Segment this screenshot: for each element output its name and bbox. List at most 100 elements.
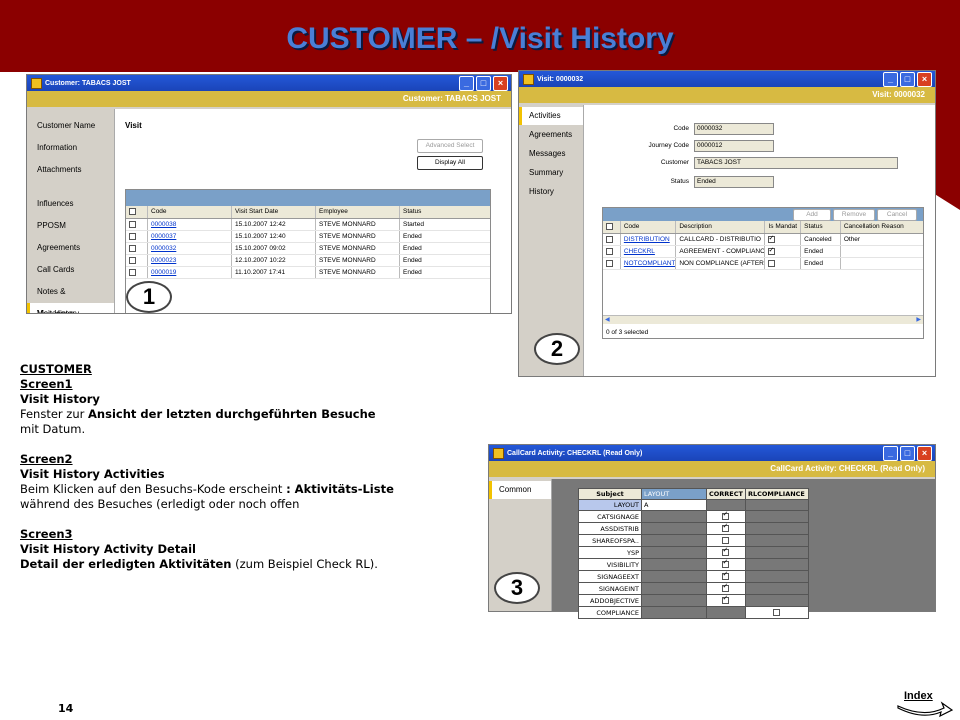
- visit-code-link[interactable]: 0000019: [151, 269, 176, 276]
- activity-code-link[interactable]: CHECKRL: [624, 248, 655, 255]
- table-row[interactable]: 0000023 12.10.2007 10:22 STEVE MONNARD E…: [126, 255, 490, 267]
- nav-activities[interactable]: Activities: [519, 107, 583, 125]
- app-icon: [31, 78, 42, 89]
- row-checkbox[interactable]: [129, 269, 136, 276]
- col-status[interactable]: Status: [400, 206, 483, 218]
- cell-date: 15.10.2007 09:02: [232, 243, 316, 254]
- row-checkbox[interactable]: [129, 233, 136, 240]
- close-button[interactable]: ×: [493, 76, 508, 91]
- scroll-right-icon[interactable]: ▶: [916, 316, 921, 324]
- nav-call-cards[interactable]: Call Cards: [27, 259, 114, 281]
- scroll-left-icon[interactable]: ◀: [605, 316, 610, 324]
- head-rlcompliance: RLCOMPLIANCE: [744, 488, 809, 500]
- nav-notes-messages[interactable]: Notes & Messages: [27, 281, 114, 313]
- nav-common[interactable]: Common: [489, 481, 551, 499]
- minimize-button[interactable]: _: [883, 446, 898, 461]
- horizontal-scrollbar[interactable]: ◀ ▶: [603, 315, 923, 324]
- cell-status: Ended: [801, 258, 841, 269]
- screen1-content: Visit Advanced Select Display All Code V…: [115, 109, 511, 313]
- col-mandatory[interactable]: Is Mandat: [765, 221, 802, 233]
- customer-field[interactable]: TABACS JOST: [694, 157, 898, 169]
- minimize-button[interactable]: _: [459, 76, 474, 91]
- cancel-button[interactable]: Cancel: [877, 209, 917, 221]
- table-row[interactable]: DISTRIBUTION CALLCARD - DISTRIBUTIO Canc…: [603, 234, 923, 246]
- col-code[interactable]: Code: [621, 221, 677, 233]
- cell-reason: [841, 258, 923, 269]
- nav-summary[interactable]: Summary: [519, 163, 583, 182]
- subject-cell: CATSIGNAGE: [578, 510, 642, 523]
- correct-checkbox[interactable]: [722, 546, 730, 556]
- nav-attachments[interactable]: Attachments: [27, 159, 114, 181]
- visit-code-link[interactable]: 0000038: [151, 221, 176, 228]
- cell-status: Ended: [801, 246, 841, 257]
- correct-checkbox[interactable]: [722, 537, 730, 544]
- visit-code-link[interactable]: 0000037: [151, 233, 176, 240]
- subject-cell: LAYOUT: [578, 499, 642, 511]
- select-all-checkbox[interactable]: [606, 223, 613, 230]
- screen2-window: Visit: 0000032 _ □ × Visit: 0000032 Acti…: [518, 70, 936, 377]
- cell-description: NON COMPLIANCE (AFTER: [676, 258, 766, 269]
- table-row[interactable]: NOTCOMPLIANT NON COMPLIANCE (AFTER Ended: [603, 258, 923, 270]
- col-status[interactable]: Status: [801, 221, 841, 233]
- row-checkbox[interactable]: [606, 236, 613, 243]
- code-field[interactable]: 0000032: [694, 123, 774, 135]
- add-button[interactable]: Add: [793, 209, 831, 221]
- screen2-header: Visit: 0000032: [519, 87, 935, 103]
- col-code[interactable]: Code: [148, 206, 232, 218]
- activity-code-link[interactable]: NOTCOMPLIANT: [624, 260, 675, 267]
- subject-cell: VISIBILITY: [578, 558, 642, 571]
- visit-code-link[interactable]: 0000032: [151, 245, 176, 252]
- row-checkbox[interactable]: [129, 245, 136, 252]
- nav-messages[interactable]: Messages: [519, 144, 583, 163]
- correct-checkbox[interactable]: [722, 510, 730, 520]
- close-button[interactable]: ×: [917, 72, 932, 87]
- table-row[interactable]: 0000032 15.10.2007 09:02 STEVE MONNARD E…: [126, 243, 490, 255]
- nav-customer-name[interactable]: Customer Name: [27, 115, 114, 137]
- layout-cell[interactable]: A: [641, 499, 707, 511]
- nav-agreements[interactable]: Agreements: [519, 125, 583, 144]
- table-row[interactable]: 0000038 15.10.2007 12:42 STEVE MONNARD S…: [126, 219, 490, 231]
- correct-checkbox[interactable]: [722, 582, 730, 592]
- minimize-button[interactable]: _: [883, 72, 898, 87]
- col-description[interactable]: Description: [676, 221, 766, 233]
- correct-checkbox[interactable]: [722, 570, 730, 580]
- row-checkbox[interactable]: [129, 221, 136, 228]
- col-employee[interactable]: Employee: [316, 206, 400, 218]
- advanced-select-button[interactable]: Advanced Select: [417, 139, 483, 153]
- row-checkbox[interactable]: [129, 257, 136, 264]
- table-row[interactable]: 0000037 15.10.2007 12:40 STEVE MONNARD E…: [126, 231, 490, 243]
- col-cancellation-reason[interactable]: Cancellation Reason: [841, 221, 923, 233]
- nav-pposm[interactable]: PPOSM: [27, 215, 114, 237]
- nav-visit-history[interactable]: Visit History: [27, 303, 114, 313]
- select-all-checkbox[interactable]: [129, 208, 136, 215]
- col-visit-start[interactable]: Visit Start Date: [232, 206, 316, 218]
- maximize-button[interactable]: □: [900, 72, 915, 87]
- display-all-button[interactable]: Display All: [417, 156, 483, 170]
- table-row[interactable]: 0000019 11.10.2007 17:41 STEVE MONNARD E…: [126, 267, 490, 279]
- journey-code-field[interactable]: 0000012: [694, 140, 774, 152]
- maximize-button[interactable]: □: [476, 76, 491, 91]
- screen2-title: Visit: 0000032: [537, 75, 584, 83]
- nav-influences[interactable]: Influences: [27, 193, 114, 215]
- close-button[interactable]: ×: [917, 446, 932, 461]
- table-row[interactable]: CHECKRL AGREEMENT - COMPLIANC Ended: [603, 246, 923, 258]
- correct-checkbox[interactable]: [722, 594, 730, 604]
- status-field[interactable]: Ended: [694, 176, 774, 188]
- activity-code-link[interactable]: DISTRIBUTION: [624, 236, 670, 243]
- nav-information[interactable]: Information: [27, 137, 114, 159]
- row-checkbox[interactable]: [606, 260, 613, 267]
- cell-reason: [841, 246, 923, 257]
- nav-agreements[interactable]: Agreements: [27, 237, 114, 259]
- correct-checkbox[interactable]: [722, 522, 730, 532]
- row-checkbox[interactable]: [606, 248, 613, 255]
- rlcompliance-checkbox[interactable]: [773, 609, 781, 616]
- cell-reason: Other: [843, 236, 861, 243]
- correct-checkbox[interactable]: [722, 558, 730, 568]
- maximize-button[interactable]: □: [900, 446, 915, 461]
- visit-code-link[interactable]: 0000023: [151, 257, 176, 264]
- nav-history[interactable]: History: [519, 182, 583, 201]
- head-layout: LAYOUT: [641, 488, 707, 500]
- cell-status: Ended: [403, 257, 422, 264]
- index-button[interactable]: Index: [894, 686, 954, 718]
- remove-button[interactable]: Remove: [833, 209, 875, 221]
